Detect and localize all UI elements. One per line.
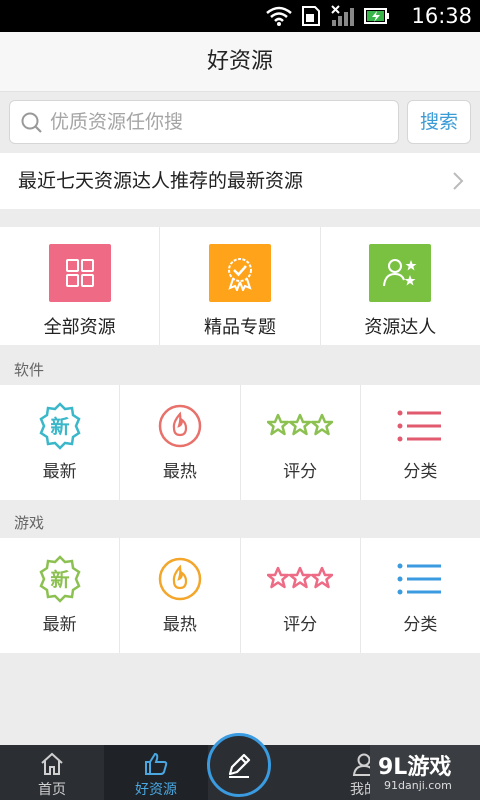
stars-icon [267,413,334,436]
category-label: 精品专题 [203,317,276,338]
category-tile [369,244,432,302]
status-icons: ! [266,4,390,28]
games-row: 新 最新 最热 评分 分类 [0,538,480,653]
software-newest[interactable]: 新 最新 [0,385,121,500]
software-row: 新 最新 最热 评分 分类 [0,385,480,500]
category-tile [48,244,111,302]
search-button[interactable]: 搜索 [407,100,471,144]
svg-text:新: 新 [50,568,69,591]
item-label: 最新 [42,615,77,635]
badge-check-icon [227,258,252,291]
category-all-resources[interactable]: 全部资源 [0,227,161,345]
category-featured-topics[interactable]: 精品专题 [160,227,321,345]
games-categories[interactable]: 分类 [361,538,480,653]
nav-home[interactable]: 首页 [0,745,104,800]
home-icon [41,752,63,775]
watermark: 9L游戏 91danji.com [370,745,480,800]
search-row: 搜索 [0,92,480,152]
section-software-title: 软件 [14,361,45,379]
recommend-row[interactable]: 最近七天资源达人推荐的最新资源 [0,153,480,209]
grid-icon [65,259,94,287]
new-badge-icon: 新 [39,555,81,603]
item-label: 最新 [42,462,77,482]
user-star-icon [383,259,417,287]
svg-text:!: ! [317,18,321,27]
category-tile [208,244,271,302]
nav-label: 好资源 [135,782,177,798]
item-label: 分类 [403,462,438,482]
stars-icon [267,566,334,589]
fire-icon [158,557,202,601]
games-rating[interactable]: 评分 [241,538,361,653]
item-label: 分类 [403,615,438,635]
chevron-right-icon [453,172,464,190]
title-bar: 好资源 [0,32,480,92]
status-time: 16:38 [411,4,472,28]
pencil-icon [228,753,251,778]
list-icon [397,563,442,595]
wifi-icon [266,6,292,26]
item-label: 评分 [283,462,318,482]
item-label: 评分 [283,615,318,635]
signal-icon [331,5,354,26]
games-newest[interactable]: 新 最新 [0,538,121,653]
new-badge-icon: 新 [39,402,81,450]
search-input[interactable] [50,107,390,137]
software-hottest[interactable]: 最热 [120,385,241,500]
nav-label: 首页 [38,782,66,798]
item-label: 最热 [162,462,197,482]
battery-charging-icon [364,8,389,24]
section-games-title: 游戏 [14,514,45,532]
nav-good-resources[interactable]: 好资源 [104,745,208,800]
search-box[interactable] [9,100,399,144]
search-icon [21,112,42,133]
list-icon [397,410,442,442]
page-title: 好资源 [206,49,273,74]
software-rating[interactable]: 评分 [241,385,361,500]
category-row: 全部资源 精品专题 资源达人 [0,227,480,345]
svg-text:新: 新 [50,415,69,438]
item-label: 最热 [162,615,197,635]
watermark-brand: 9L游戏 [378,755,452,780]
category-label: 全部资源 [43,317,116,338]
category-label: 资源达人 [364,317,437,338]
watermark-url: 91danji.com [384,779,452,792]
fire-icon [158,404,202,448]
compose-button[interactable] [207,733,271,797]
software-categories[interactable]: 分类 [361,385,480,500]
recommend-text: 最近七天资源达人推荐的最新资源 [18,170,304,192]
games-hottest[interactable]: 最热 [120,538,241,653]
category-resource-experts[interactable]: 资源达人 [321,227,480,345]
status-bar: ! 16:38 [0,0,480,32]
sim-card-icon: ! [302,6,321,27]
thumbs-up-icon [145,752,168,775]
